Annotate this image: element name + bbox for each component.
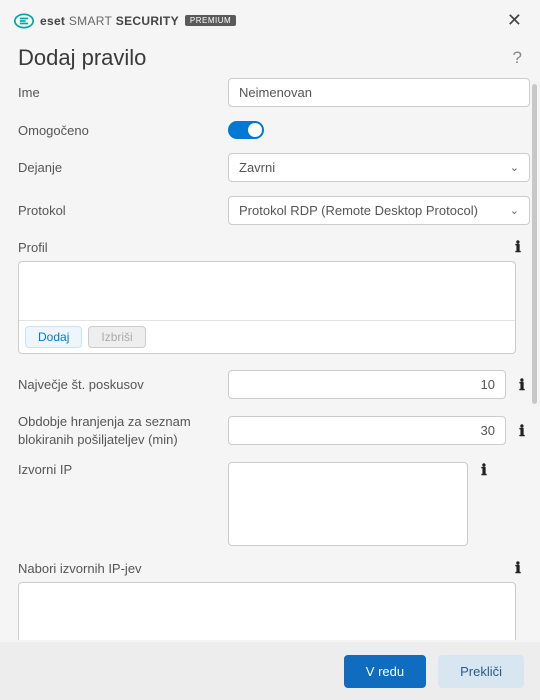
cancel-button[interactable]: Prekliči [438, 655, 524, 688]
row-name: Ime [18, 78, 530, 107]
profile-list-body[interactable] [19, 262, 515, 320]
row-enabled: Omogočeno [18, 121, 530, 139]
action-value: Zavrni [239, 160, 275, 175]
info-icon[interactable] [510, 560, 526, 576]
profile-delete-button: Izbriši [88, 326, 145, 348]
row-retention: Obdobje hranjenja za seznam blokiranih p… [18, 413, 530, 448]
info-icon[interactable] [514, 423, 530, 439]
close-icon[interactable]: ✕ [503, 10, 526, 31]
retention-input[interactable] [228, 416, 506, 445]
label-profile: Profil [18, 240, 218, 255]
scrollbar[interactable] [532, 84, 537, 404]
label-protocol: Protokol [18, 203, 218, 218]
eset-logo-icon [14, 11, 34, 31]
brand: eset SMART SECURITY PREMIUM [14, 11, 236, 31]
row-max-attempts: Največje št. poskusov [18, 370, 530, 399]
protocol-select[interactable]: Protokol RDP (Remote Desktop Protocol) ⌄ [228, 196, 530, 225]
label-max-attempts: Največje št. poskusov [18, 377, 218, 392]
ipsets-list-body[interactable] [19, 583, 515, 640]
label-name: Ime [18, 85, 218, 100]
protocol-value: Protokol RDP (Remote Desktop Protocol) [239, 203, 478, 218]
premium-badge: PREMIUM [185, 15, 236, 26]
profile-list-footer: Dodaj Izbriši [19, 320, 515, 353]
content-area: Ime Omogočeno Dejanje Zavrni ⌄ Protokol … [0, 78, 540, 640]
source-ip-input[interactable] [228, 462, 468, 546]
info-icon[interactable] [510, 239, 526, 255]
row-action: Dejanje Zavrni ⌄ [18, 153, 530, 182]
enabled-toggle[interactable] [228, 121, 264, 139]
info-icon[interactable] [476, 462, 492, 478]
page-title: Dodaj pravilo [18, 45, 146, 71]
row-profile-header: Profil [18, 239, 530, 255]
name-input[interactable] [228, 78, 530, 107]
label-source-ip: Izvorni IP [18, 462, 218, 477]
action-select[interactable]: Zavrni ⌄ [228, 153, 530, 182]
header: eset SMART SECURITY PREMIUM ✕ [0, 0, 540, 37]
label-retention: Obdobje hranjenja za seznam blokiranih p… [18, 413, 218, 448]
profile-listbox: Dodaj Izbriši [18, 261, 516, 354]
info-icon[interactable] [514, 377, 530, 393]
ipsets-listbox: Dodaj Izbriši [18, 582, 516, 640]
label-action: Dejanje [18, 160, 218, 175]
help-icon[interactable]: ? [513, 48, 522, 68]
row-source-ip: Izvorni IP [18, 462, 530, 546]
profile-add-button[interactable]: Dodaj [25, 326, 82, 348]
chevron-down-icon: ⌄ [510, 204, 519, 217]
row-protocol: Protokol Protokol RDP (Remote Desktop Pr… [18, 196, 530, 225]
brand-text: eset SMART SECURITY [40, 14, 179, 28]
max-attempts-input[interactable] [228, 370, 506, 399]
label-enabled: Omogočeno [18, 123, 218, 138]
label-ipsets: Nabori izvornih IP-jev [18, 561, 218, 576]
ok-button[interactable]: V redu [344, 655, 426, 688]
chevron-down-icon: ⌄ [510, 161, 519, 174]
row-ipsets-header: Nabori izvornih IP-jev [18, 560, 530, 576]
footer: V redu Prekliči [0, 642, 540, 700]
